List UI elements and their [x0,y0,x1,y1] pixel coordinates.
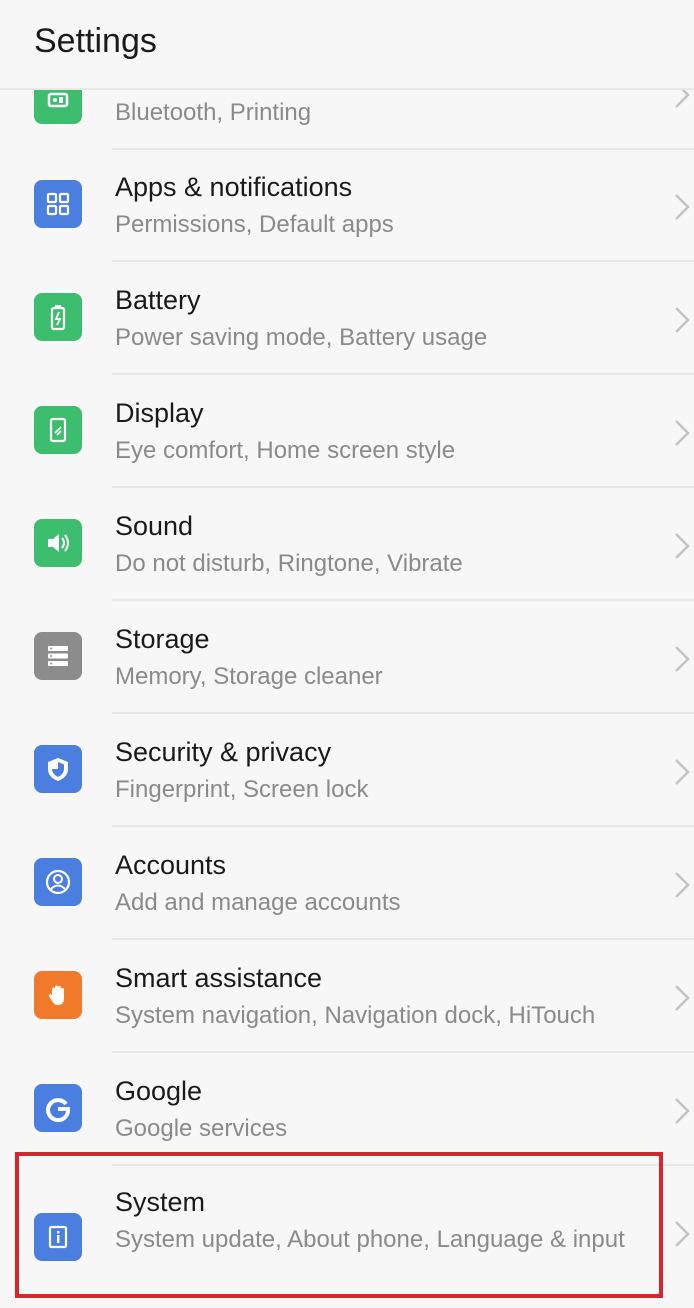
settings-item-subtitle: Bluetooth, Printing [115,99,312,126]
settings-item-title: Battery [115,285,201,315]
divider [112,1051,694,1053]
settings-item-title: Smart assistance [115,963,323,993]
settings-item-title: Google [115,1076,203,1106]
settings-item-battery[interactable]: Battery Power saving mode, Battery usage [0,263,694,375]
chevron-right-icon [675,872,690,898]
chevron-right-icon [675,1098,690,1124]
settings-list: Bluetooth, Printing Apps & notifications… [0,0,694,1308]
settings-item-subtitle: Add and manage accounts [115,889,401,916]
settings-item-title: System [115,1187,206,1217]
settings-item-display[interactable]: Display Eye comfort, Home screen style [0,376,694,488]
display-icon [34,406,82,454]
chevron-right-icon [675,307,690,333]
divider [112,260,694,262]
divider [112,712,694,714]
settings-item-apps-notifications[interactable]: Apps & notifications Permissions, Defaul… [0,150,694,262]
divider [112,1164,694,1166]
settings-item-smart-assistance[interactable]: Smart assistance System navigation, Navi… [0,941,694,1053]
app-header: Settings [0,0,694,90]
account-icon [34,858,82,906]
settings-item-accounts[interactable]: Accounts Add and manage accounts [0,828,694,940]
divider [112,825,694,827]
divider [112,486,694,488]
settings-item-sound[interactable]: Sound Do not disturb, Ringtone, Vibrate [0,489,694,601]
chevron-right-icon [675,533,690,559]
settings-item-subtitle: Eye comfort, Home screen style [115,437,456,464]
settings-item-title: Apps & notifications [115,172,353,202]
divider [112,599,694,601]
settings-item-subtitle: Power saving mode, Battery usage [115,324,488,351]
settings-item-google[interactable]: Google Google services [0,1054,694,1166]
info-icon [34,1213,82,1261]
settings-item-title: Accounts [115,850,227,880]
divider [112,938,694,940]
settings-item-title: Storage [115,624,210,654]
battery-icon [34,293,82,341]
settings-item-security-privacy[interactable]: Security & privacy Fingerprint, Screen l… [0,715,694,827]
settings-item-storage[interactable]: Storage Memory, Storage cleaner [0,602,694,714]
storage-icon [34,632,82,680]
chevron-right-icon [675,194,690,220]
chevron-right-icon [675,985,690,1011]
settings-item-title: Security & privacy [115,737,332,767]
chevron-right-icon [675,646,690,672]
apps-grid-icon [34,180,82,228]
google-g-icon [34,1084,82,1132]
settings-item-subtitle: Google services [115,1115,288,1142]
chevron-right-icon [675,420,690,446]
shield-icon [34,745,82,793]
page-title: Settings [34,22,157,60]
divider [112,373,694,375]
settings-item-subtitle: System update, About phone, Language & i… [115,1226,625,1253]
settings-item-subtitle: Memory, Storage cleaner [115,663,383,690]
settings-item-subtitle: Permissions, Default apps [115,211,394,238]
speaker-icon [34,519,82,567]
settings-item-system[interactable]: System System update, About phone, Langu… [0,1167,694,1308]
settings-item-subtitle: Fingerprint, Screen lock [115,776,369,803]
settings-item-title: Display [115,398,204,428]
settings-item-title: Sound [115,511,194,541]
chevron-right-icon [675,1221,690,1247]
chevron-right-icon [675,759,690,785]
settings-item-subtitle: System navigation, Navigation dock, HiTo… [115,1002,596,1029]
settings-item-subtitle: Do not disturb, Ringtone, Vibrate [115,550,463,577]
hand-icon [34,971,82,1019]
